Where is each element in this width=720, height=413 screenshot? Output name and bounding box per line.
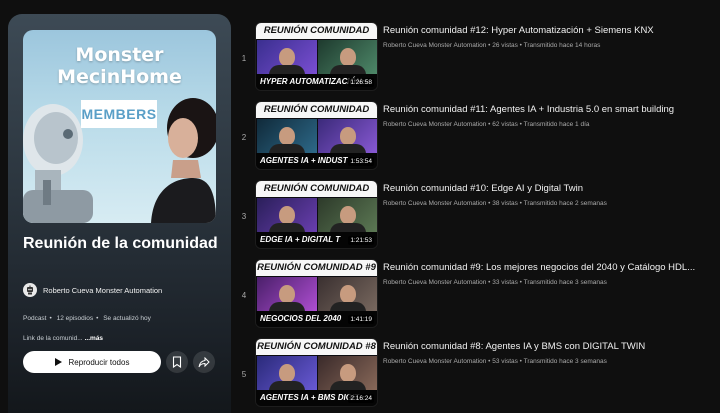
duration-badge: 1:21:53 xyxy=(348,236,374,245)
video-meta: Roberto Cueva Monster Automation • 38 vi… xyxy=(383,200,607,207)
webcam-left xyxy=(257,198,317,235)
video-item[interactable]: 3 REUNIÓN COMUNIDAD #10 EDGE IA + DIGITA… xyxy=(236,180,720,259)
video-item[interactable]: 5 REUNIÓN COMUNIDAD #8 AGENTES IA + BMS … xyxy=(236,338,720,413)
video-meta: Roberto Cueva Monster Automation • 53 vi… xyxy=(383,358,607,365)
video-thumbnail[interactable]: REUNIÓN COMUNIDAD #10 EDGE IA + DIGITAL … xyxy=(255,180,378,249)
cover-title: Monster MecinHome xyxy=(23,44,216,88)
playlist-type: Podcast xyxy=(23,315,47,322)
webcam-left xyxy=(257,40,317,77)
video-item[interactable]: 2 REUNIÓN COMUNIDAD #11 AGENTES IA + IND… xyxy=(236,101,720,180)
playlist-meta: Podcast • 12 episodios • Se actualizó hoy xyxy=(23,315,151,322)
thumbnail-heading: REUNIÓN COMUNIDAD #10 xyxy=(256,181,377,210)
video-item[interactable]: 4 REUNIÓN COMUNIDAD #9 NEGOCIOS DEL 2040… xyxy=(236,259,720,338)
duration-badge: 1:41:19 xyxy=(348,315,374,324)
webcam-right xyxy=(318,40,377,77)
video-index: 3 xyxy=(241,212,247,221)
duration-badge: 1:53:54 xyxy=(348,157,374,166)
webcam-right xyxy=(318,119,377,156)
duration-badge: 2:16:24 xyxy=(348,394,374,403)
channel-row[interactable]: Roberto Cueva Monster Automation xyxy=(23,282,162,298)
webcam-right xyxy=(318,198,377,235)
video-title[interactable]: Reunión comunidad #11: Agentes IA + Indu… xyxy=(383,104,713,115)
video-index: 2 xyxy=(241,133,247,142)
robot-avatar-icon[interactable] xyxy=(23,283,37,297)
channel-name[interactable]: Roberto Cueva Monster Automation xyxy=(43,286,162,295)
video-title[interactable]: Reunión comunidad #9: Los mejores negoci… xyxy=(383,262,713,273)
bookmark-icon xyxy=(172,356,182,368)
playlist-cover[interactable]: Monster MecinHome MEMBERS xyxy=(23,30,216,223)
video-meta: Roberto Cueva Monster Automation • 33 vi… xyxy=(383,279,607,286)
more-link[interactable]: ...más xyxy=(85,335,103,342)
webcam-left xyxy=(257,277,317,314)
playlist-panel: Monster MecinHome MEMBERS Reunión de la … xyxy=(8,14,231,413)
video-thumbnail[interactable]: REUNIÓN COMUNIDAD #9 NEGOCIOS DEL 2040 1… xyxy=(255,259,378,328)
thumbnail-heading: REUNIÓN COMUNIDAD #11 xyxy=(256,102,377,131)
thumbnail-heading: REUNIÓN COMUNIDAD #8 xyxy=(256,339,377,355)
video-thumbnail[interactable]: REUNIÓN COMUNIDAD #11 AGENTES IA + INDUS… xyxy=(255,101,378,170)
playlist-description: Link de la comunid... ...más xyxy=(23,335,103,342)
video-index: 5 xyxy=(241,370,247,379)
video-index: 4 xyxy=(241,291,247,300)
video-title[interactable]: Reunión comunidad #12: Hyper Automatizac… xyxy=(383,25,713,36)
play-all-label: Reproducir todos xyxy=(68,357,130,367)
cover-title-line1: Monster xyxy=(75,44,164,66)
webcam-left xyxy=(257,356,317,393)
video-title[interactable]: Reunión comunidad #10: Edge AI y Digital… xyxy=(383,183,713,194)
video-meta: Roberto Cueva Monster Automation • 26 vi… xyxy=(383,42,601,49)
save-playlist-button[interactable] xyxy=(166,351,188,373)
thumbnail-heading: REUNIÓN COMUNIDAD #9 xyxy=(256,260,377,276)
playlist-updated: Se actualizó hoy xyxy=(103,315,151,322)
video-title[interactable]: Reunión comunidad #8: Agentes IA y BMS c… xyxy=(383,341,713,352)
video-item[interactable]: 1 REUNIÓN COMUNIDAD #12 HYPER AUTOMATIZA… xyxy=(236,22,720,101)
play-icon xyxy=(54,358,62,366)
webcam-right xyxy=(318,277,377,314)
description-text: Link de la comunid... xyxy=(23,335,83,342)
video-thumbnail[interactable]: REUNIÓN COMUNIDAD #8 AGENTES IA + BMS DI… xyxy=(255,338,378,407)
webcam-right xyxy=(318,356,377,393)
playlist-title: Reunión de la comunidad xyxy=(23,235,218,252)
playlist-episodes: 12 episodios xyxy=(56,315,94,322)
video-list: 1 REUNIÓN COMUNIDAD #12 HYPER AUTOMATIZA… xyxy=(236,22,720,413)
play-all-button[interactable]: Reproducir todos xyxy=(23,351,161,373)
webcam-left xyxy=(257,119,317,156)
share-icon xyxy=(198,356,210,367)
share-button[interactable] xyxy=(193,351,215,373)
video-meta: Roberto Cueva Monster Automation • 62 vi… xyxy=(383,121,590,128)
video-thumbnail[interactable]: REUNIÓN COMUNIDAD #12 HYPER AUTOMATIZACI… xyxy=(255,22,378,91)
thumbnail-heading: REUNIÓN COMUNIDAD #12 xyxy=(256,23,377,52)
duration-badge: 1:26:58 xyxy=(348,78,374,87)
cover-title-line2: MecinHome xyxy=(57,66,182,88)
video-index: 1 xyxy=(241,54,247,63)
cover-members-badge: MEMBERS xyxy=(81,100,157,128)
